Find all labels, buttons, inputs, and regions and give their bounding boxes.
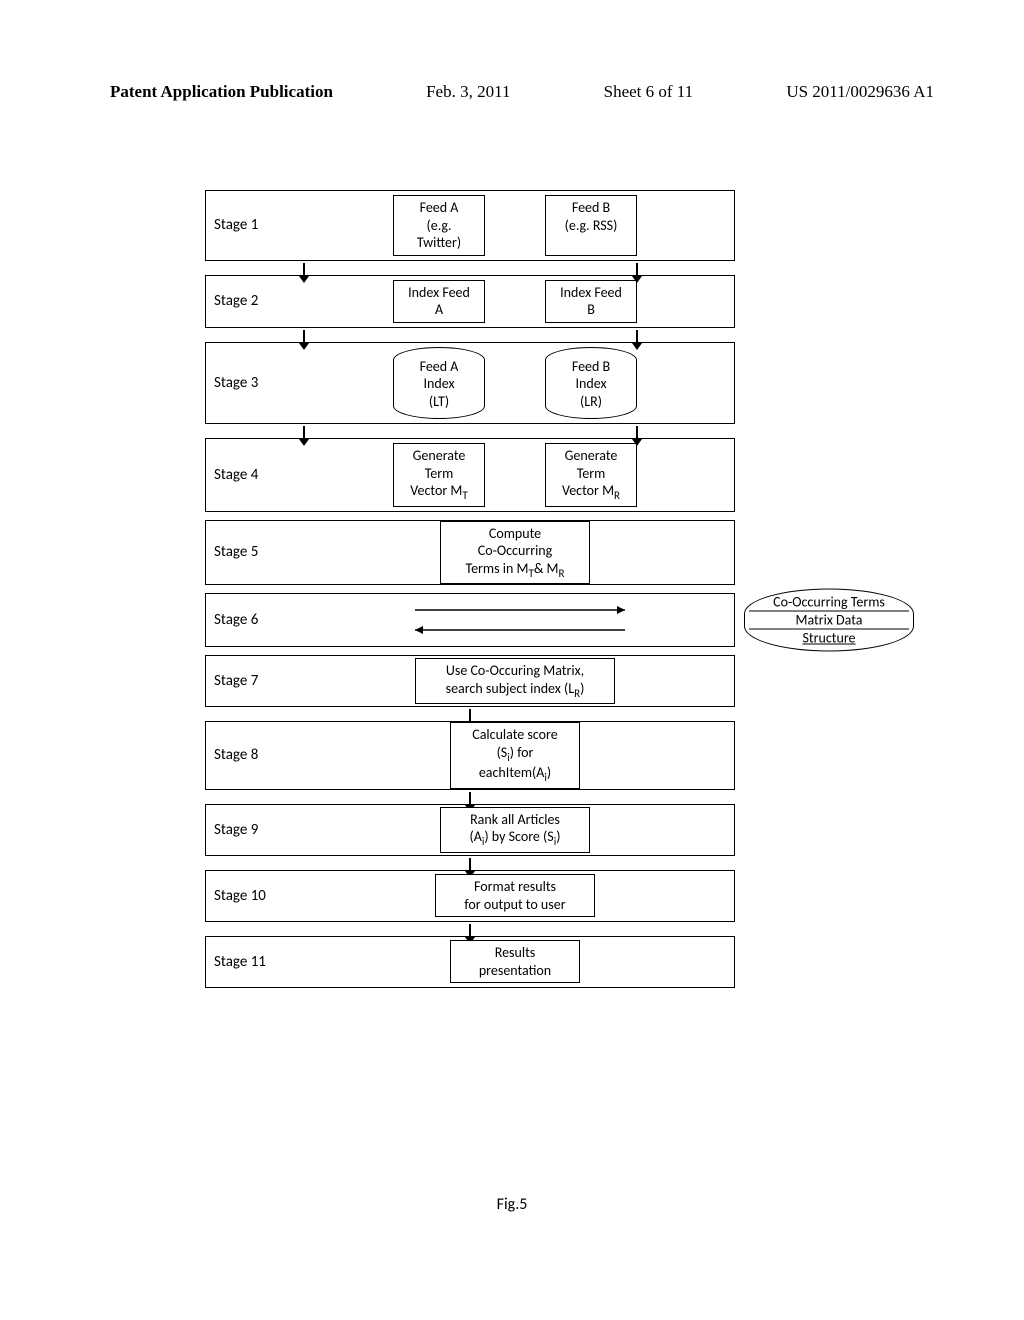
- stage-7-row: Stage 7 Use Co-Occuring Matrix,search su…: [205, 655, 735, 707]
- page-header: Patent Application Publication Feb. 3, 2…: [110, 82, 934, 102]
- index-feed-b-box: Index FeedB: [545, 280, 637, 323]
- cooccurring-matrix-disk: Co-Occurring Terms Matrix Data Structure: [744, 589, 914, 652]
- gen-term-vector-mt-box: GenerateTermVector MT: [393, 443, 485, 507]
- stage-5-row: Stage 5 ComputeCo-OccurringTerms in MT& …: [205, 520, 735, 586]
- gen-term-vector-mr-box: GenerateTermVector MR: [545, 443, 637, 507]
- stage-11-row: Stage 11 Resultspresentation: [205, 936, 735, 988]
- arrows-s2-s3: [205, 332, 735, 346]
- arrows-s1-s2: [205, 265, 735, 279]
- publication-label: Patent Application Publication: [110, 82, 333, 102]
- feed-a-index-cylinder: Feed AIndex(LT): [393, 347, 485, 420]
- pub-date: Feb. 3, 2011: [426, 82, 510, 102]
- stage-1-row: Stage 1 Feed A(e.g.Twitter) Feed B(e.g. …: [205, 190, 735, 261]
- stage-3-row: Stage 3 Feed AIndex(LT) Feed BIndex(LR): [205, 342, 735, 425]
- stage-5-label: Stage 5: [206, 521, 296, 585]
- results-presentation-box: Resultspresentation: [450, 940, 580, 983]
- stage-8-row: Stage 8 Calculate score(Si) foreachItem(…: [205, 721, 735, 790]
- stage-1-label: Stage 1: [206, 191, 296, 260]
- disk-line-2: Matrix Data: [749, 611, 909, 629]
- figure-caption: Fig.5: [0, 1195, 1024, 1214]
- stage-10-row: Stage 10 Format resultsfor output to use…: [205, 870, 735, 922]
- stage-4-label: Stage 4: [206, 439, 296, 511]
- disk-line-1: Co-Occurring Terms: [749, 594, 909, 611]
- stage-7-label: Stage 7: [206, 656, 296, 706]
- feed-b-index-cylinder: Feed BIndex(LR): [545, 347, 637, 420]
- stage-6-arrows-icon: [385, 600, 645, 640]
- disk-line-3: Structure: [749, 629, 909, 647]
- index-feed-a-box: Index FeedA: [393, 280, 485, 323]
- calculate-score-box: Calculate score(Si) foreachItem(Ai): [450, 722, 580, 789]
- format-results-box: Format resultsfor output to user: [435, 874, 595, 917]
- stage-4-row: Stage 4 GenerateTermVector MT GenerateTe…: [205, 438, 735, 512]
- stage-3-label: Stage 3: [206, 343, 296, 424]
- stage-2-row: Stage 2 Index FeedA Index FeedB: [205, 275, 735, 328]
- compute-coocurring-box: ComputeCo-OccurringTerms in MT& MR: [440, 521, 590, 585]
- stage-11-label: Stage 11: [206, 937, 296, 987]
- sheet-number: Sheet 6 of 11: [604, 82, 694, 102]
- stage-2-label: Stage 2: [206, 276, 296, 327]
- stage-6-row: Stage 6 Co-Occurring Terms Matrix Data S…: [205, 593, 735, 647]
- feed-a-box: Feed A(e.g.Twitter): [393, 195, 485, 256]
- rank-articles-box: Rank all Articles(Ai) by Score (Si): [440, 807, 590, 853]
- feed-b-box: Feed B(e.g. RSS): [545, 195, 637, 256]
- publication-number: US 2011/0029636 A1: [786, 82, 934, 102]
- figure-5: Stage 1 Feed A(e.g.Twitter) Feed B(e.g. …: [205, 190, 735, 996]
- arrows-s3-s4: [205, 428, 735, 442]
- search-subject-index-box: Use Co-Occuring Matrix,search subject in…: [415, 658, 615, 704]
- stage-6-label: Stage 6: [206, 594, 296, 646]
- stage-8-label: Stage 8: [206, 722, 296, 789]
- stage-9-label: Stage 9: [206, 805, 296, 855]
- stage-9-row: Stage 9 Rank all Articles(Ai) by Score (…: [205, 804, 735, 856]
- stage-10-label: Stage 10: [206, 871, 296, 921]
